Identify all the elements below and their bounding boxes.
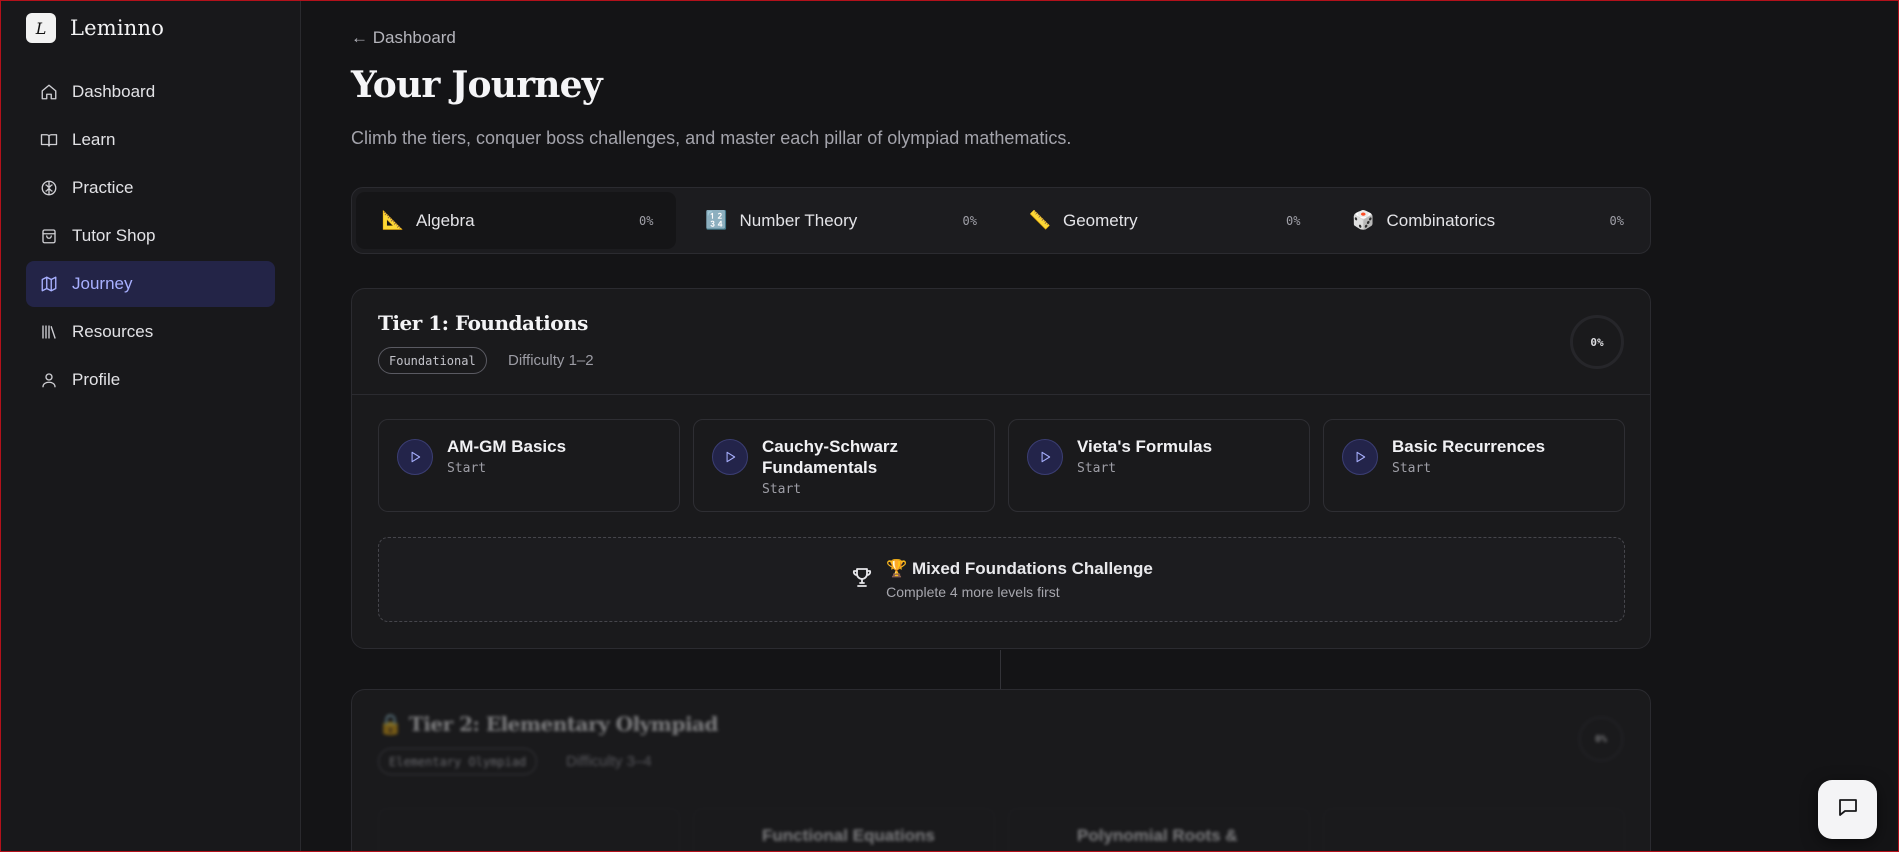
level-status: Start bbox=[762, 482, 802, 497]
sidebar-item-learn[interactable]: Learn bbox=[26, 117, 275, 163]
sidebar-item-label: Practice bbox=[72, 178, 134, 197]
map-icon bbox=[40, 275, 58, 293]
tier-progress-ring: 0% bbox=[1578, 716, 1624, 762]
chat-button[interactable] bbox=[1818, 780, 1877, 839]
brand[interactable]: L Leminno bbox=[26, 13, 164, 43]
sidebar-nav: Dashboard Learn Practice Tutor Shop Jour… bbox=[26, 69, 275, 405]
locked-tier-content: 🔒 Tier 2: Elementary Olympiad Elementary… bbox=[352, 690, 1650, 852]
tab-combinatorics[interactable]: 🎲 Combinatorics 0% bbox=[1327, 192, 1647, 249]
level-card: Functional Equations bbox=[693, 808, 995, 852]
user-icon bbox=[40, 371, 58, 389]
level-card[interactable]: AM-GM Basics Start bbox=[378, 419, 680, 512]
boss-subtitle: Complete 4 more levels first bbox=[886, 584, 1060, 600]
brand-name: Leminno bbox=[70, 16, 165, 40]
sidebar-item-label: Dashboard bbox=[72, 82, 156, 101]
tier-difficulty: Difficulty 3–4 bbox=[566, 753, 652, 770]
back-to-dashboard-link[interactable]: ← Dashboard bbox=[351, 28, 456, 48]
sidebar-item-label: Journey bbox=[72, 274, 133, 293]
sidebar-item-label: Tutor Shop bbox=[72, 226, 156, 245]
level-name: Functional Equations bbox=[762, 826, 935, 845]
level-name: Basic Recurrences bbox=[1392, 437, 1546, 456]
sidebar-item-label: Resources bbox=[72, 322, 154, 341]
play-icon bbox=[1342, 439, 1378, 475]
level-status: Start bbox=[447, 461, 487, 476]
tab-percent: 0% bbox=[1286, 213, 1301, 228]
tier-card-locked: 🔒 Tier 2: Elementary Olympiad Elementary… bbox=[351, 689, 1651, 852]
tier-connector bbox=[1000, 650, 1001, 689]
level-name: Cauchy-Schwarz Fundamentals bbox=[762, 437, 899, 477]
message-icon bbox=[1836, 795, 1860, 824]
level-list: AM-GM Basics Start Cauchy-Schwarz Fundam… bbox=[378, 419, 1625, 512]
book-icon bbox=[40, 131, 58, 149]
play-icon bbox=[397, 439, 433, 475]
tab-label: Algebra bbox=[416, 210, 475, 230]
tab-label: Number Theory bbox=[739, 210, 858, 230]
ruler-icon: 📏 bbox=[1028, 210, 1052, 230]
level-card[interactable]: Vieta's Formulas Start bbox=[1008, 419, 1310, 512]
tier-difficulty: Difficulty 1–2 bbox=[508, 352, 594, 369]
shopping-bag-icon bbox=[40, 227, 58, 245]
tier-progress-ring: 0% bbox=[1570, 315, 1624, 369]
level-status: Start bbox=[1392, 461, 1432, 476]
dice-icon: 🎲 bbox=[1352, 210, 1375, 230]
pillar-tabs: 📐 Algebra 0% 🔢 Number Theory 0% 📏 Geomet… bbox=[351, 187, 1651, 254]
page-title: Your Journey bbox=[351, 64, 603, 106]
sidebar-item-label: Learn bbox=[72, 130, 116, 149]
sidebar-item-resources[interactable]: Resources bbox=[26, 309, 275, 355]
level-card: Polynomial Roots & bbox=[1008, 808, 1310, 852]
tier-title: Tier 1: Foundations bbox=[378, 311, 588, 335]
sidebar: L Leminno Dashboard Learn Practice Tutor… bbox=[0, 0, 301, 852]
level-card[interactable]: Basic Recurrences Start bbox=[1323, 419, 1625, 512]
tier-card: Tier 1: Foundations Foundational Difficu… bbox=[351, 288, 1651, 649]
boss-challenge[interactable]: 🏆 Mixed Foundations Challenge Complete 4… bbox=[378, 537, 1625, 622]
level-status: Start bbox=[1077, 461, 1117, 476]
triangular-ruler-icon: 📐 bbox=[381, 210, 405, 230]
home-icon bbox=[40, 83, 58, 101]
tab-algebra[interactable]: 📐 Algebra 0% bbox=[356, 192, 676, 249]
sidebar-item-journey[interactable]: Journey bbox=[26, 261, 275, 307]
tab-label: Combinatorics bbox=[1386, 210, 1496, 230]
level-card[interactable]: Cauchy-Schwarz Fundamentals Start bbox=[693, 419, 995, 512]
tier-badge: Elementary Olympiad bbox=[378, 748, 538, 775]
sidebar-item-practice[interactable]: Practice bbox=[26, 165, 275, 211]
play-icon bbox=[1027, 439, 1063, 475]
lock-icon: 🔒 bbox=[378, 712, 403, 736]
level-name: AM-GM Basics bbox=[447, 437, 567, 456]
level-name: Polynomial Roots & bbox=[1077, 826, 1238, 845]
tier-title-text: Tier 2: Elementary Olympiad bbox=[408, 712, 719, 736]
level-name: Vieta's Formulas bbox=[1077, 437, 1213, 456]
level-list: Functional Equations Polynomial Roots & bbox=[378, 808, 1625, 852]
tab-number-theory[interactable]: 🔢 Number Theory 0% bbox=[680, 192, 1000, 249]
tab-percent: 0% bbox=[1609, 213, 1624, 228]
sidebar-item-profile[interactable]: Profile bbox=[26, 357, 275, 403]
tab-percent: 0% bbox=[639, 213, 654, 228]
tier-header: 🔒 Tier 2: Elementary Olympiad Elementary… bbox=[352, 690, 1650, 796]
trophy-icon bbox=[850, 565, 874, 594]
page-subtitle: Climb the tiers, conquer boss challenges… bbox=[351, 128, 1072, 148]
library-icon bbox=[40, 323, 58, 341]
numbers-icon: 🔢 bbox=[705, 210, 728, 230]
sidebar-item-label: Profile bbox=[72, 370, 121, 389]
tab-percent: 0% bbox=[962, 213, 977, 228]
sidebar-item-tutor-shop[interactable]: Tutor Shop bbox=[26, 213, 275, 259]
play-icon bbox=[712, 439, 748, 475]
level-card bbox=[1323, 808, 1625, 852]
tab-geometry[interactable]: 📏 Geometry 0% bbox=[1003, 192, 1323, 249]
brain-icon bbox=[40, 179, 58, 197]
tab-label: Geometry bbox=[1063, 210, 1138, 230]
brand-logo: L bbox=[26, 13, 56, 43]
boss-title: 🏆 Mixed Foundations Challenge bbox=[886, 559, 1153, 578]
tier-title: 🔒 Tier 2: Elementary Olympiad bbox=[378, 712, 718, 736]
tier-header: Tier 1: Foundations Foundational Difficu… bbox=[352, 289, 1650, 395]
tier-badge: Foundational bbox=[378, 347, 487, 374]
level-card bbox=[378, 808, 680, 852]
sidebar-item-dashboard[interactable]: Dashboard bbox=[26, 69, 275, 115]
